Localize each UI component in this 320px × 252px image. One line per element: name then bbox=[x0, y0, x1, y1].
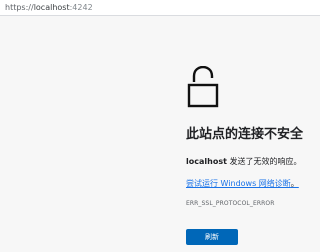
diagnostics-link-text[interactable]: 尝试运行 Windows 网络诊断 bbox=[186, 179, 291, 188]
error-message: localhost 发送了无效的响应。 bbox=[186, 156, 301, 168]
diagnostics-period: 。 bbox=[290, 179, 299, 188]
error-host: localhost bbox=[186, 157, 227, 166]
address-bar[interactable]: https://localhost:4242 bbox=[0, 0, 320, 16]
url-port: :4242 bbox=[69, 3, 93, 12]
url-host: localhost bbox=[33, 3, 70, 12]
url-text[interactable]: https://localhost:4242 bbox=[5, 2, 93, 13]
error-message-text: 发送了无效的响应。 bbox=[226, 157, 302, 166]
refresh-button[interactable]: 刷新 bbox=[186, 229, 238, 245]
unlocked-padlock-icon bbox=[187, 66, 219, 108]
error-code: ERR_SSL_PROTOCOL_ERROR bbox=[186, 200, 275, 207]
page-title: 此站点的连接不安全 bbox=[186, 127, 304, 142]
url-scheme: https:// bbox=[5, 3, 34, 12]
diagnostics-link[interactable]: 尝试运行 Windows 网络诊断。 bbox=[186, 178, 299, 190]
